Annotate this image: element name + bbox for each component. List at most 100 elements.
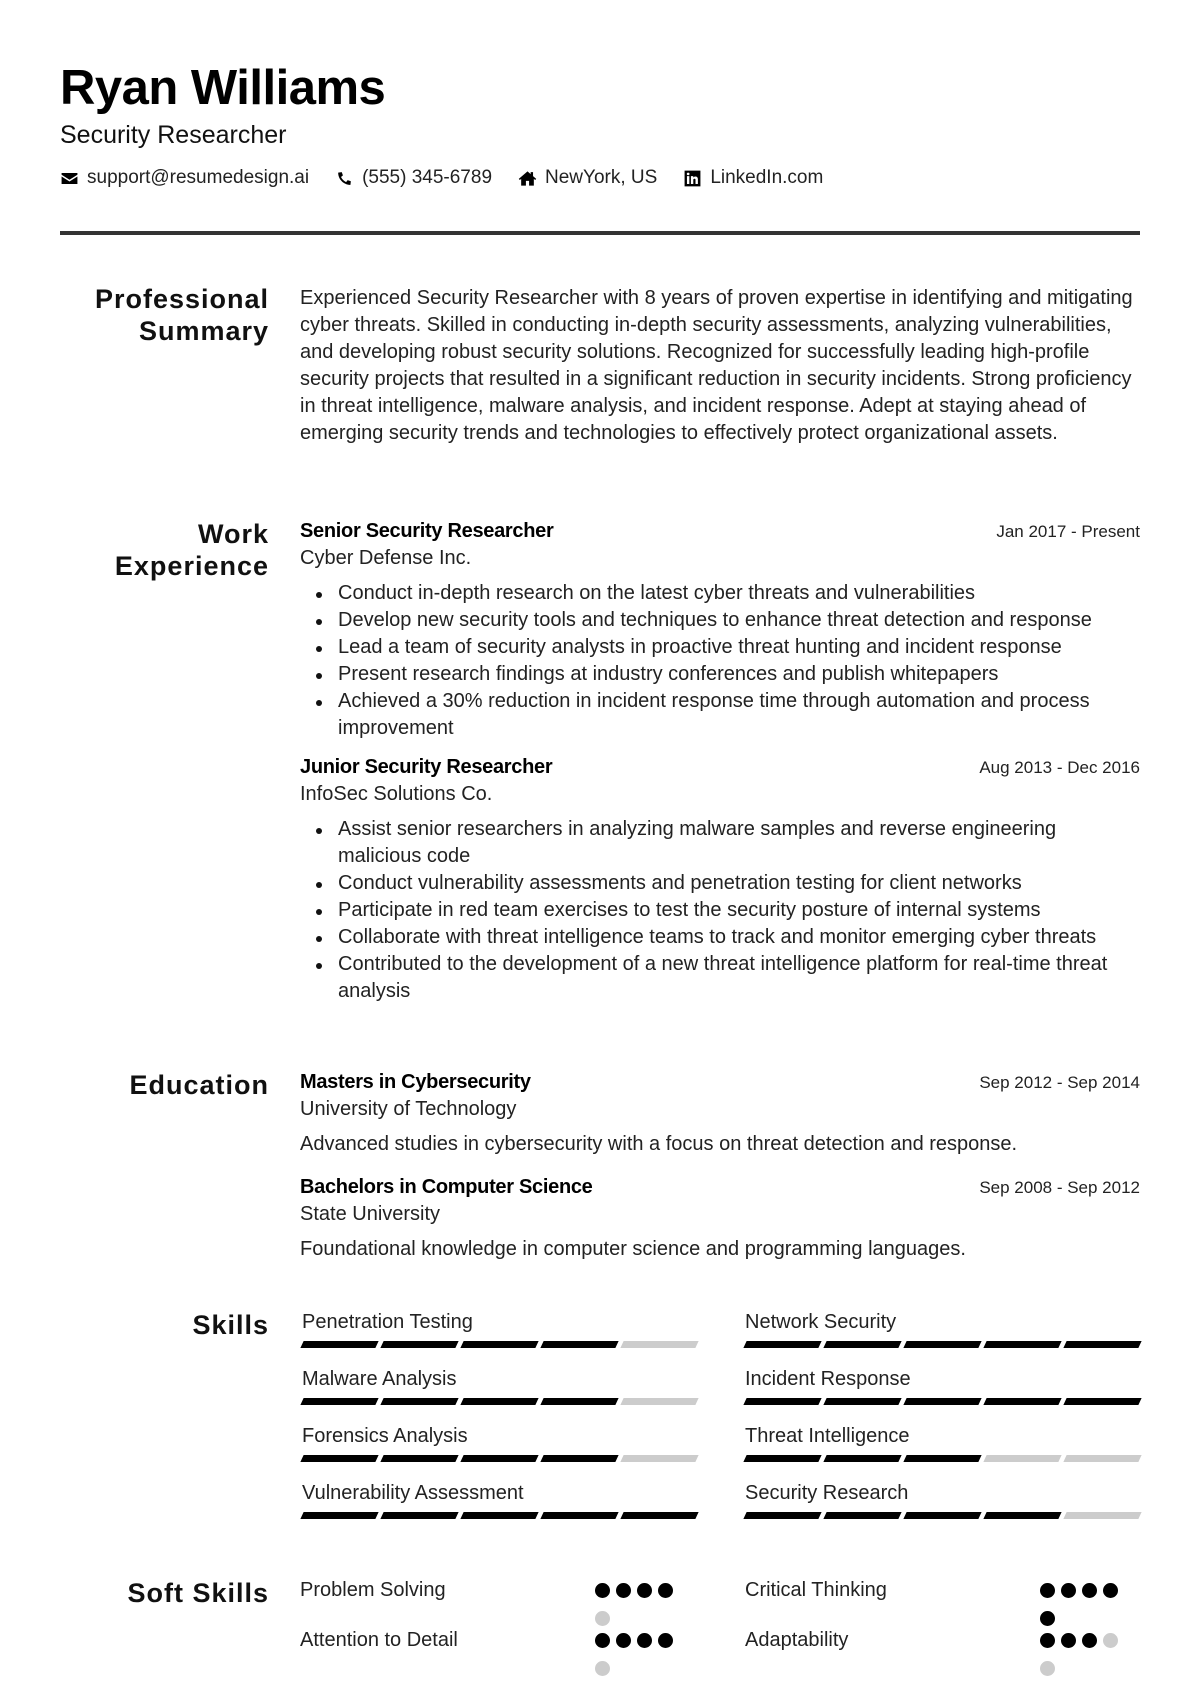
education-date: Sep 2008 - Sep 2012: [979, 1178, 1140, 1197]
bullet-item: Lead a team of security analysts in proa…: [300, 634, 1140, 661]
skill-segment-filled: [823, 1512, 902, 1519]
skill-segment-filled: [983, 1512, 1062, 1519]
rating-dot-filled: [1082, 1583, 1097, 1598]
summary-body: Experienced Security Researcher with 8 y…: [300, 285, 1140, 447]
contact-email[interactable]: support@resumedesign.ai: [60, 167, 309, 189]
bullet-item: Contributed to the development of a new …: [300, 951, 1140, 1005]
bullet-item: Participate in red team exercises to tes…: [300, 897, 1140, 924]
skill-segment-filled: [983, 1398, 1062, 1405]
skill-name: Forensics Analysis: [302, 1425, 468, 1447]
soft-skill-name: Adaptability: [745, 1629, 849, 1651]
skill-name: Network Security: [745, 1311, 897, 1333]
experience-heading-line2: Experience: [114, 551, 269, 581]
rating-dot-filled: [616, 1583, 631, 1598]
linkedin-icon: [684, 170, 701, 186]
skill-item: Malware Analysis: [300, 1366, 699, 1405]
soft-skill-item: Critical Thinking: [745, 1577, 1185, 1633]
experience-heading: Work Experience: [60, 518, 269, 582]
skill-name: Security Research: [745, 1482, 909, 1504]
skill-item: Penetration Testing: [300, 1309, 699, 1348]
rating-dot-filled: [658, 1633, 673, 1648]
soft-skill-name: Attention to Detail: [300, 1629, 458, 1651]
education-description: Foundational knowledge in computer scien…: [300, 1238, 966, 1260]
skill-segment-empty: [620, 1398, 699, 1405]
skill-level-bar: [300, 1512, 699, 1519]
rating-dot-filled: [595, 1633, 610, 1648]
skill-segment-filled: [540, 1341, 619, 1348]
phone-icon: [338, 171, 351, 185]
skill-item: Network Security: [743, 1309, 1142, 1348]
skill-segment-filled: [460, 1398, 539, 1405]
skill-name: Malware Analysis: [302, 1368, 457, 1390]
contact-linkedin[interactable]: LinkedIn.com: [683, 167, 823, 189]
rating-dot-filled: [595, 1583, 610, 1598]
skill-item: Incident Response: [743, 1366, 1142, 1405]
soft-skill-rating: [1040, 1633, 1130, 1689]
envelope-icon: [61, 172, 78, 184]
skill-segment-filled: [380, 1398, 459, 1405]
skill-segment-filled: [903, 1512, 982, 1519]
bullet-item: Assist senior researchers in analyzing m…: [300, 816, 1140, 870]
school-name: State University: [300, 1203, 441, 1225]
rating-dot-filled: [658, 1583, 673, 1598]
rating-dot-filled: [616, 1633, 631, 1648]
degree-title: Bachelors in Computer Science: [300, 1176, 593, 1198]
rating-dot-filled: [1061, 1633, 1076, 1648]
rating-dot-empty: [595, 1661, 610, 1676]
summary-text: Experienced Security Researcher with 8 y…: [300, 287, 1133, 444]
rating-dot-filled: [1040, 1633, 1055, 1648]
skill-segment-filled: [1063, 1341, 1142, 1348]
candidate-name: Ryan Williams: [60, 61, 386, 115]
skill-name: Threat Intelligence: [745, 1425, 910, 1447]
skill-item: Threat Intelligence: [743, 1423, 1142, 1462]
skill-level-bar: [300, 1341, 699, 1348]
education-date: Sep 2012 - Sep 2014: [979, 1073, 1140, 1092]
education-entry: Masters in Cybersecurity Sep 2012 - Sep …: [300, 1069, 1140, 1158]
bullet-item: Conduct vulnerability assessments and pe…: [300, 870, 1140, 897]
skill-segment-filled: [300, 1512, 379, 1519]
skill-segment-empty: [1063, 1455, 1142, 1462]
rating-dot-filled: [637, 1633, 652, 1648]
skill-segment-filled: [903, 1341, 982, 1348]
skill-segment-filled: [460, 1455, 539, 1462]
skill-segment-filled: [983, 1341, 1062, 1348]
education-heading: Education: [129, 1070, 269, 1100]
education-body: Masters in Cybersecurity Sep 2012 - Sep …: [300, 1069, 1140, 1279]
skill-segment-filled: [743, 1341, 822, 1348]
bullet-item: Conduct in-depth research on the latest …: [300, 580, 1140, 607]
skill-segment-filled: [743, 1455, 822, 1462]
skill-level-bar: [743, 1512, 1142, 1519]
skill-name: Penetration Testing: [302, 1311, 473, 1333]
skill-segment-filled: [460, 1512, 539, 1519]
job-entry: Junior Security Researcher Aug 2013 - De…: [300, 754, 1140, 1005]
summary-heading-line1: Professional: [94, 284, 269, 314]
skill-item: Vulnerability Assessment: [300, 1480, 699, 1519]
skill-segment-filled: [1063, 1398, 1142, 1405]
soft-skill-name: Problem Solving: [300, 1579, 446, 1601]
skill-level-bar: [300, 1398, 699, 1405]
skill-segment-filled: [903, 1455, 982, 1462]
skill-segment-filled: [743, 1512, 822, 1519]
soft-skill-item: Attention to Detail: [300, 1627, 740, 1683]
contact-phone[interactable]: (555) 345-6789: [335, 167, 492, 189]
skill-segment-filled: [300, 1455, 379, 1462]
skill-level-bar: [743, 1341, 1142, 1348]
skill-segment-filled: [823, 1398, 902, 1405]
school-name: University of Technology: [300, 1098, 517, 1120]
rating-dot-empty: [1040, 1661, 1055, 1676]
soft-skill-item: Adaptability: [745, 1627, 1185, 1683]
skills-heading: Skills: [192, 1310, 269, 1340]
rating-dot-filled: [1082, 1633, 1097, 1648]
skill-name: Vulnerability Assessment: [302, 1482, 524, 1504]
job-title: Senior Security Researcher: [300, 520, 554, 542]
bullet-item: Achieved a 30% reduction in incident res…: [300, 688, 1140, 742]
skill-level-bar: [743, 1455, 1142, 1462]
job-date: Jan 2017 - Present: [996, 522, 1140, 541]
skill-segment-filled: [380, 1512, 459, 1519]
skill-level-bar: [743, 1398, 1142, 1405]
skill-segment-filled: [823, 1455, 902, 1462]
skill-item: Security Research: [743, 1480, 1142, 1519]
job-company: InfoSec Solutions Co.: [300, 783, 493, 805]
skill-item: Forensics Analysis: [300, 1423, 699, 1462]
home-icon: [518, 170, 537, 186]
